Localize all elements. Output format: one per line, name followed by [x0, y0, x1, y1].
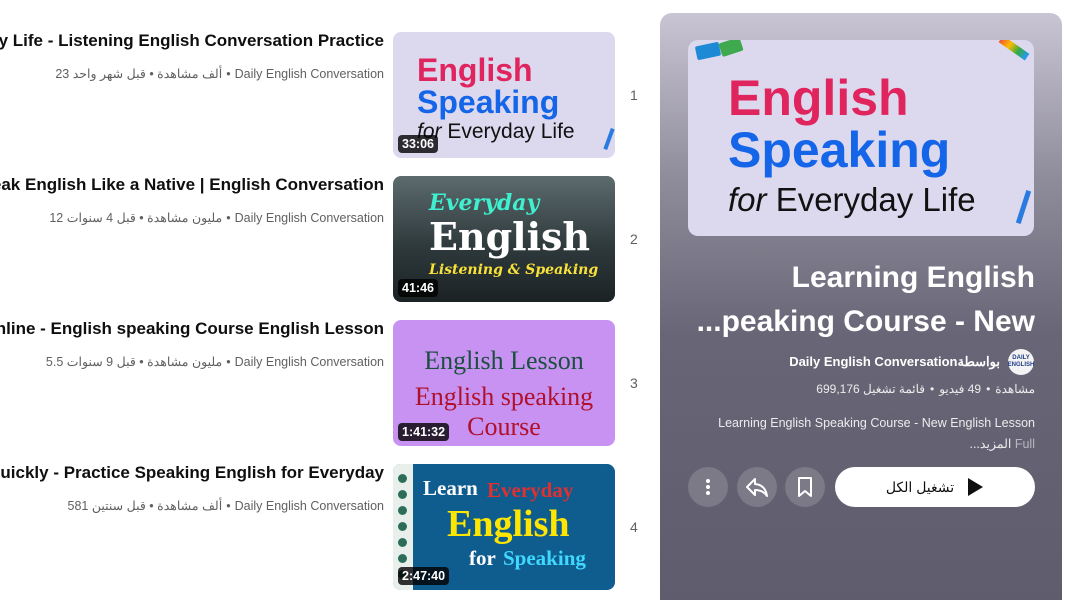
thumb-text: Everyday	[487, 478, 574, 502]
video-duration: 2:47:40	[398, 567, 450, 585]
thumb-text: Speaking	[503, 546, 586, 570]
channel-name[interactable]: Daily English Conversation	[235, 499, 384, 513]
video-meta: 23 ألف مشاهدة • قبل شهر واحد • Daily Engli…	[55, 67, 384, 81]
book-icon	[694, 41, 722, 61]
cover-text: Speaking	[728, 122, 951, 178]
share-button[interactable]	[737, 467, 777, 507]
thumb-text: for Everyday Life	[417, 120, 575, 143]
video-title[interactable]: Quickly - Practice Speaking English for …	[0, 462, 384, 484]
playlist-video-row-1[interactable]: ay Life - Listening English Conversation…	[0, 30, 650, 158]
video-title[interactable]: ay Life - Listening English Conversation…	[0, 30, 384, 52]
thumb-text: English	[447, 503, 570, 545]
video-thumbnail[interactable]: English Speaking for Everyday Life 33:06	[393, 32, 615, 158]
video-index: 3	[630, 375, 638, 391]
video-duration: 41:46	[398, 279, 438, 297]
owner-name[interactable]: Daily English Conversationبواسطة	[789, 354, 1000, 370]
playlist-video-row-4[interactable]: Quickly - Practice Speaking English for …	[0, 462, 650, 590]
video-title[interactable]: Online - English speaking Course English…	[0, 318, 384, 340]
cover-text: for Everyday Life	[728, 181, 976, 218]
cover-text: English	[728, 70, 909, 126]
playlist-video-row-2[interactable]: eak English Like a Native | English Conv…	[0, 174, 650, 302]
video-stats: 581 ألف مشاهدة • قبل سنتين	[67, 499, 223, 513]
video-duration: 1:41:32	[398, 423, 450, 441]
playlist-stats: 699,176 مشاهدة•49 فيديو•قائمة تشغيل	[816, 382, 1035, 396]
thumb-text: Everyday	[429, 190, 540, 216]
thumb-text: English Lesson	[424, 346, 584, 375]
video-stats: 5.5 مليون مشاهدة • قبل 9 سنوات	[45, 355, 223, 369]
playlist-description: Learning English Speaking Course - New E…	[718, 416, 1035, 430]
channel-name[interactable]: Daily English Conversation	[235, 355, 384, 369]
crayons-icon	[998, 40, 1030, 61]
playlist-video-row-3[interactable]: Online - English speaking Course English…	[0, 318, 650, 446]
video-thumbnail[interactable]: Learn Everyday English for Speaking 2:47…	[393, 464, 615, 590]
play-all-label: تشغيل الكل	[885, 478, 955, 495]
book-icon	[718, 40, 744, 58]
pencil-icon	[1015, 190, 1032, 224]
bookmark-icon	[798, 477, 812, 497]
video-duration: 33:06	[398, 135, 438, 153]
channel-name[interactable]: Daily English Conversation	[235, 67, 384, 81]
playlist-owner[interactable]: Daily English Conversationبواسطة DAILY E…	[789, 349, 1034, 375]
thumb-text: Learn	[423, 476, 478, 500]
thumb-text: Speaking	[417, 84, 560, 120]
play-all-button[interactable]: تشغيل الكل	[835, 467, 1035, 507]
video-index: 4	[630, 519, 638, 535]
video-title[interactable]: eak English Like a Native | English Conv…	[0, 174, 384, 196]
video-meta: 5.5 مليون مشاهدة • قبل 9 سنوات • Daily Eng…	[45, 355, 384, 369]
playlist-cover[interactable]: English Speaking for Everyday Life	[688, 40, 1034, 236]
video-index: 1	[630, 87, 638, 103]
video-meta: 12 مليون مشاهدة • قبل 4 سنوات • Daily Engl…	[49, 211, 384, 225]
description-more[interactable]: ...المزيد Full	[969, 436, 1035, 451]
video-thumbnail[interactable]: English Lesson English speaking Course 1…	[393, 320, 615, 446]
more-vert-icon	[706, 479, 710, 495]
video-index: 2	[630, 231, 638, 247]
pencil-icon	[603, 127, 615, 151]
save-playlist-button[interactable]	[785, 467, 825, 507]
playlist-header-panel: English Speaking for Everyday Life Learn…	[660, 13, 1062, 600]
share-icon	[746, 478, 768, 497]
thumb-text: for	[469, 546, 496, 570]
channel-name[interactable]: Daily English Conversation	[235, 211, 384, 225]
playlist-title: Learning English ...peaking Course - New	[696, 261, 1035, 338]
video-stats: 23 ألف مشاهدة • قبل شهر واحد	[55, 67, 223, 81]
play-icon	[968, 478, 984, 496]
avatar[interactable]: DAILY ENGLISH	[1008, 349, 1034, 375]
video-stats: 12 مليون مشاهدة • قبل 4 سنوات	[49, 211, 223, 225]
thumb-text: English	[429, 214, 591, 259]
video-meta: 581 ألف مشاهدة • قبل سنتين • Daily English…	[67, 499, 385, 513]
video-thumbnail[interactable]: Everyday English Listening & Speaking 41…	[393, 176, 615, 302]
thumb-text: Listening & Speaking	[429, 262, 599, 278]
more-options-button[interactable]	[688, 467, 728, 507]
